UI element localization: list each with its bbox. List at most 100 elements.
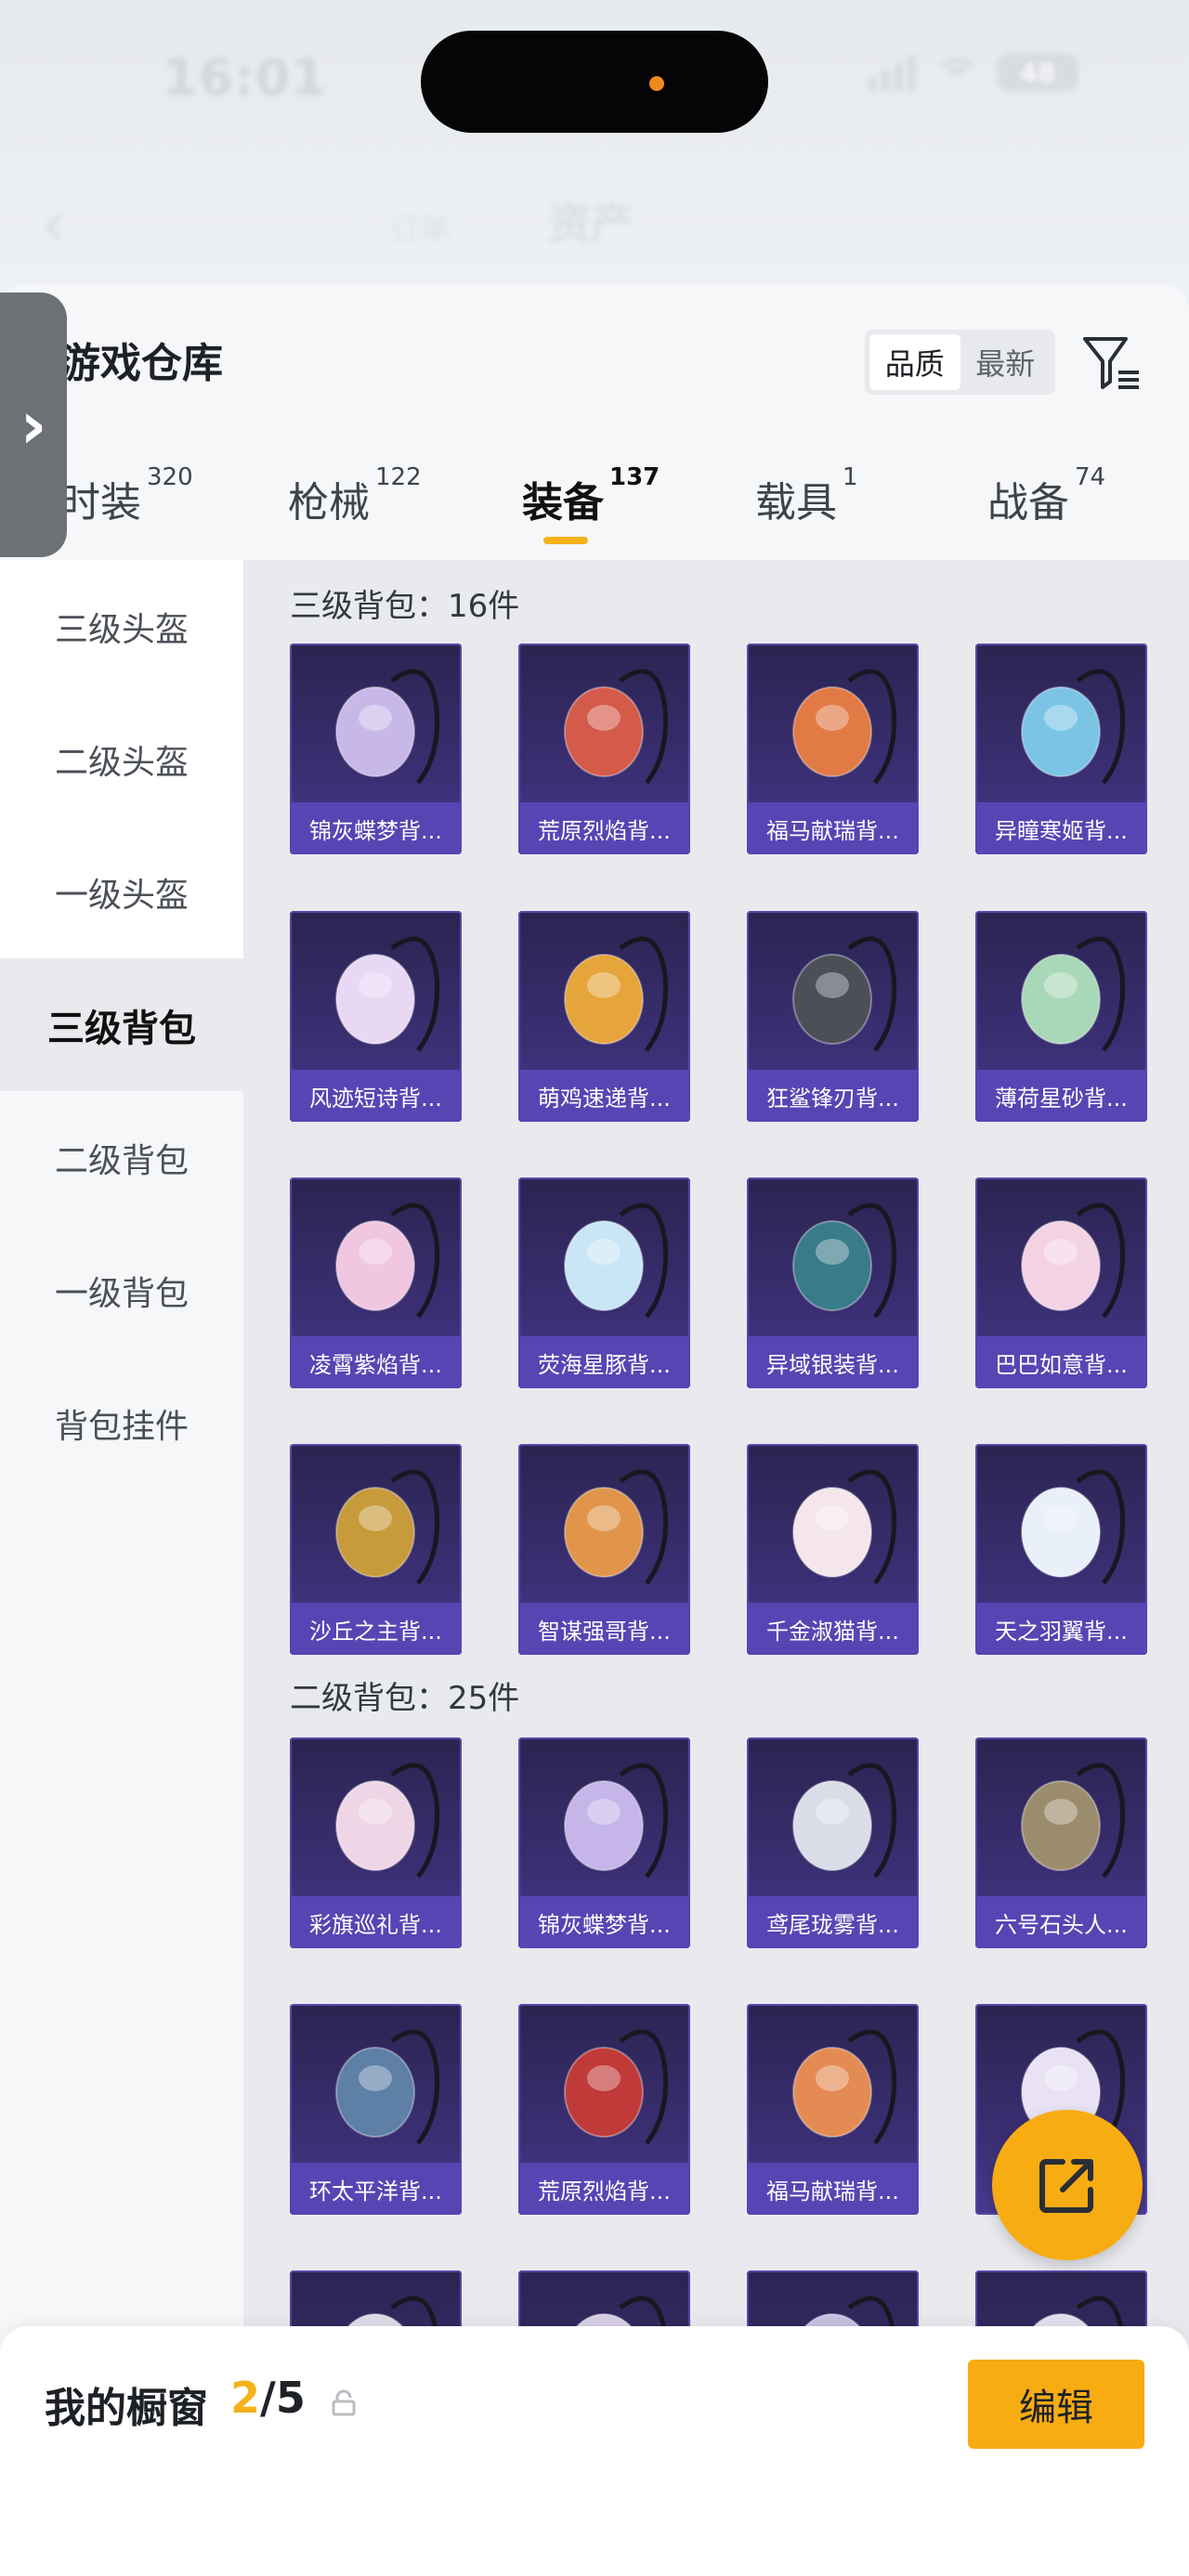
backpack-icon [792, 936, 897, 1052]
nav-tab-orders[interactable]: 订单 [390, 206, 450, 249]
edit-button[interactable]: 编辑 [968, 2360, 1144, 2449]
backpack-icon [564, 1469, 669, 1585]
showcase-label: 我的橱窗 [45, 2385, 208, 2432]
back-button[interactable]: ‹ [42, 190, 66, 259]
item-card[interactable]: 荒原烈焰背... [518, 2004, 690, 2215]
item-name: 福马献瑞背... [747, 2163, 919, 2215]
backpack-icon [564, 1203, 669, 1319]
item-card[interactable]: 风迹短诗背... [290, 911, 462, 1122]
item-name: 异域银装背... [747, 1336, 919, 1388]
item-name: 千金淑猫背... [747, 1603, 919, 1655]
item-name: 天之羽翼背... [975, 1603, 1147, 1655]
sidebar-item-helmet-lv1[interactable]: 一级头盔 [0, 826, 243, 958]
item-name: 鸢尾珑雾背... [747, 1896, 919, 1948]
sidebar-item-backpack-lv2[interactable]: 二级背包 [0, 1091, 243, 1224]
item-name: 沙丘之主背... [290, 1603, 462, 1655]
tab-fashion[interactable]: 时装320 [59, 463, 193, 528]
backpack-icon [564, 669, 669, 785]
item-card[interactable]: 鸢尾珑雾背... [747, 1737, 919, 1948]
sidebar-item-backpack-pendant[interactable]: 背包挂件 [0, 1357, 243, 1490]
backpack-icon [1021, 1203, 1126, 1319]
backpack-icon [335, 2029, 440, 2145]
backpack-icon [1021, 936, 1126, 1052]
item-name: 锦灰蝶梦背... [290, 802, 462, 854]
drawer-toggle-button[interactable]: › [0, 293, 67, 557]
item-card[interactable]: 薄荷星砂背... [975, 911, 1147, 1122]
item-grid: 三级背包：16件 二级背包：25件 锦灰蝶梦背... 荒原烈焰背... 福马献瑞背.… [243, 560, 1189, 2576]
item-card[interactable]: 异域银装背... [747, 1177, 919, 1388]
item-card[interactable]: 巴巴如意背... [975, 1177, 1147, 1388]
sort-quality[interactable]: 品质 [869, 334, 960, 390]
item-name: 锦灰蝶梦背... [518, 1896, 690, 1948]
tab-guns[interactable]: 枪械122 [288, 463, 422, 528]
item-card[interactable]: 环太平洋背... [290, 2004, 462, 2215]
backpack-icon [564, 936, 669, 1052]
item-name: 萌鸡速递背... [518, 1070, 690, 1122]
item-card[interactable]: 荧海星豚背... [518, 1177, 690, 1388]
item-name: 环太平洋背... [290, 2163, 462, 2215]
share-icon [1039, 2159, 1093, 2213]
item-card[interactable]: 异瞳寒姬背... [975, 644, 1147, 854]
backpack-icon [335, 669, 440, 785]
item-card[interactable]: 荒原烈焰背... [518, 644, 690, 854]
item-name: 荒原烈焰背... [518, 802, 690, 854]
item-card[interactable]: 千金淑猫背... [747, 1444, 919, 1655]
sidebar-item-backpack-lv3[interactable]: 三级背包 [0, 958, 243, 1091]
dynamic-island [421, 31, 768, 133]
item-card[interactable]: 智谋强哥背... [518, 1444, 690, 1655]
sort-toggle[interactable]: 品质 最新 [865, 330, 1055, 395]
item-name: 巴巴如意背... [975, 1336, 1147, 1388]
backpack-icon [1021, 1763, 1126, 1879]
item-card[interactable]: 狂鲨锋刃背... [747, 911, 919, 1122]
sidebar-item-helmet-lv3[interactable]: 三级头盔 [0, 560, 243, 693]
backpack-icon [564, 2029, 669, 2145]
category-sidebar: 三级头盔 二级头盔 一级头盔 三级背包 二级背包 一级背包 背包挂件 [0, 560, 243, 2576]
backpack-icon [792, 1203, 897, 1319]
backpack-icon [335, 1763, 440, 1879]
backpack-icon [335, 1203, 440, 1319]
item-card[interactable]: 锦灰蝶梦背... [518, 1737, 690, 1948]
item-card[interactable]: 萌鸡速递背... [518, 911, 690, 1122]
tab-vehicles[interactable]: 载具1 [755, 463, 858, 528]
filter-icon[interactable] [1079, 332, 1143, 395]
item-card[interactable]: 锦灰蝶梦背... [290, 644, 462, 854]
top-header: 16:01 48 ‹ 订单 资产 [0, 0, 1189, 283]
item-name: 异瞳寒姬背... [975, 802, 1147, 854]
backpack-icon [792, 2029, 897, 2145]
sidebar-item-helmet-lv2[interactable]: 二级头盔 [0, 693, 243, 826]
tab-equipment[interactable]: 装备137 [522, 463, 660, 528]
backpack-icon [792, 1469, 897, 1585]
signal-icon [869, 54, 916, 91]
backpack-icon [335, 1469, 440, 1585]
item-card[interactable]: 凌霄紫焰背... [290, 1177, 462, 1388]
backpack-icon [1021, 669, 1126, 785]
item-name: 狂鲨锋刃背... [747, 1070, 919, 1122]
showcase-count: 2/5 [230, 2373, 306, 2423]
battery-indicator: 48 [998, 54, 1078, 91]
share-button[interactable] [992, 2110, 1143, 2260]
section-label-backpack-lv2: 二级背包：25件 [290, 1680, 520, 1717]
warehouse-title: 游戏仓库 [59, 340, 223, 387]
section-label-backpack-lv3: 三级背包：16件 [290, 588, 520, 625]
item-card[interactable]: 福马献瑞背... [747, 644, 919, 854]
item-name: 六号石头人... [975, 1896, 1147, 1948]
lock-icon [332, 2389, 356, 2416]
camera-dot-icon [649, 76, 664, 91]
item-name: 风迹短诗背... [290, 1070, 462, 1122]
item-name: 薄荷星砂背... [975, 1070, 1147, 1122]
backpack-icon [564, 1763, 669, 1879]
item-card[interactable]: 沙丘之主背... [290, 1444, 462, 1655]
backpack-icon [792, 669, 897, 785]
backpack-icon [335, 936, 440, 1052]
item-card[interactable]: 六号石头人... [975, 1737, 1147, 1948]
item-card[interactable]: 天之羽翼背... [975, 1444, 1147, 1655]
tab-supplies[interactable]: 战备74 [987, 463, 1105, 528]
item-name: 凌霄紫焰背... [290, 1336, 462, 1388]
sidebar-item-backpack-lv1[interactable]: 一级背包 [0, 1224, 243, 1357]
status-icons: 48 [869, 54, 1078, 91]
item-card[interactable]: 福马献瑞背... [747, 2004, 919, 2215]
wifi-icon [934, 56, 979, 89]
sort-newest[interactable]: 最新 [960, 334, 1052, 390]
item-card[interactable]: 彩旗巡礼背... [290, 1737, 462, 1948]
showcase-bar: 我的橱窗 2/5 编辑 [0, 2326, 1189, 2576]
